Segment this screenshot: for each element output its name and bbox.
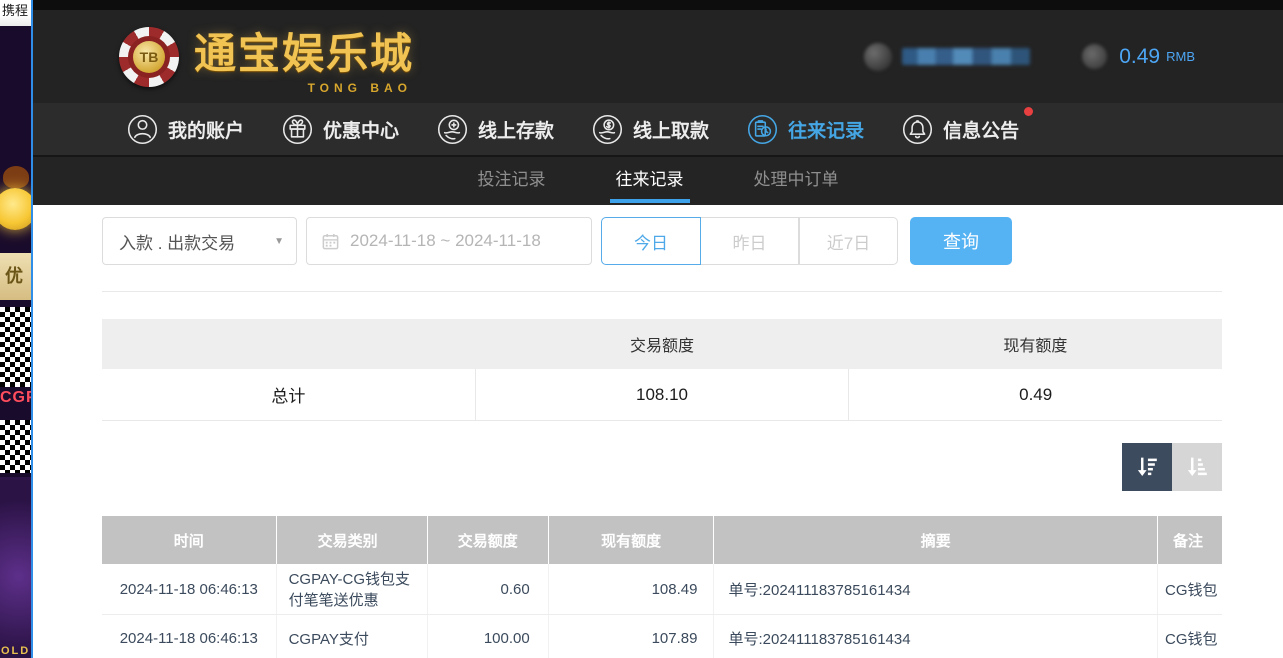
cell-transaction-amount: 100.00: [427, 615, 548, 658]
last-7-days-button[interactable]: 近7日: [799, 217, 898, 265]
qr-code-image: [0, 420, 31, 473]
nav-item-promotions[interactable]: 优惠中心: [281, 113, 399, 146]
gold-coin-image: [0, 188, 31, 230]
sort-ascending-icon: [1183, 453, 1211, 481]
avatar[interactable]: [864, 43, 892, 71]
background-window-strip: 携程 优 CGP OLD: [0, 0, 31, 658]
today-button[interactable]: 今日: [601, 217, 701, 265]
cell-remark: CG钱包: [1157, 564, 1222, 614]
summary-header-current-amount: 现有额度: [849, 319, 1222, 369]
summary-table-header: 交易额度 现有额度: [102, 319, 1222, 369]
nav-label: 线上存款: [478, 116, 554, 143]
brand-name-cn: 通宝娱乐城: [194, 20, 414, 81]
date-range-picker[interactable]: 2024-11-18 ~ 2024-11-18: [306, 217, 592, 265]
summary-table-row: 总计 108.10 0.49: [102, 369, 1222, 421]
summary-table: 交易额度 现有额度 总计 108.10 0.49: [102, 319, 1222, 421]
brand-name-en: TONG BAO: [308, 81, 412, 95]
col-header-summary: 摘要: [713, 516, 1157, 564]
main-window: TB 通宝娱乐城 TONG BAO 0.49 RMB 我的账户: [31, 0, 1283, 658]
cell-summary: 单号:202411183785161434: [713, 615, 1157, 658]
quick-range-group: 今日 昨日 近7日: [601, 217, 898, 265]
nav-item-online-deposit[interactable]: 线上存款: [436, 113, 554, 146]
nav-item-my-account[interactable]: 我的账户: [126, 113, 244, 146]
balance-currency: RMB: [1166, 49, 1195, 64]
window-top-strip: [33, 0, 1283, 10]
cell-current-amount: 107.89: [548, 615, 714, 658]
yesterday-button[interactable]: 昨日: [701, 217, 799, 265]
background-browser-tab[interactable]: 携程: [0, 0, 31, 26]
query-button[interactable]: 查询: [910, 217, 1012, 265]
sort-ascending-button[interactable]: [1172, 443, 1222, 491]
cell-type: CGPAY支付: [276, 615, 427, 658]
poker-chip-logo-icon: TB: [119, 27, 179, 87]
nav-label: 我的账户: [168, 116, 244, 143]
records-table: 时间 交易类别 交易额度 现有额度 摘要 备注 2024-11-18 06:46…: [102, 516, 1222, 658]
withdraw-coin-hand-icon: [591, 113, 624, 146]
nav-item-transaction-records[interactable]: 往来记录: [746, 113, 864, 146]
records-content: 入款 . 出款交易 ▼ 2024-11-18 ~ 2024-11-18 今日: [33, 205, 1283, 658]
nav-label: 线上取款: [633, 116, 709, 143]
summary-header-transaction-amount: 交易额度: [475, 319, 848, 369]
col-header-transaction-amount: 交易额度: [427, 516, 548, 564]
nav-label: 优惠中心: [323, 116, 399, 143]
cell-summary: 单号:202411183785161434: [713, 564, 1157, 614]
tab-transaction-records[interactable]: 往来记录: [610, 157, 690, 205]
transaction-type-select[interactable]: 入款 . 出款交易 ▼: [102, 217, 297, 265]
date-range-value: 2024-11-18 ~ 2024-11-18: [350, 231, 541, 251]
cell-time: 2024-11-18 06:46:13: [102, 615, 276, 658]
col-header-remark: 备注: [1157, 516, 1222, 564]
user-info-area: 0.49 RMB: [864, 43, 1195, 71]
nav-item-online-withdrawal[interactable]: 线上取款: [591, 113, 709, 146]
bull-mascot-image: [3, 166, 29, 188]
brand-wordmark: 通宝娱乐城 TONG BAO: [194, 20, 414, 93]
cell-current-amount: 108.49: [548, 564, 714, 614]
table-row: 2024-11-18 06:46:13 CGPAY支付 100.00 107.8…: [102, 615, 1222, 658]
record-tabs: 投注记录 往来记录 处理中订单: [33, 155, 1283, 205]
records-table-header: 时间 交易类别 交易额度 现有额度 摘要 备注: [102, 516, 1222, 564]
qr-code-image: [0, 307, 31, 387]
col-header-type: 交易类别: [276, 516, 427, 564]
filter-row: 入款 . 出款交易 ▼ 2024-11-18 ~ 2024-11-18 今日: [102, 217, 1222, 265]
transaction-type-value: 入款 . 出款交易: [119, 229, 235, 254]
coin-balance-icon: [1082, 44, 1107, 69]
primary-nav: 我的账户 优惠中心 线上存款: [33, 103, 1283, 155]
table-row: 2024-11-18 06:46:13 CGPAY-CG钱包支付笔笔送优惠 0.…: [102, 564, 1222, 615]
gift-icon: [281, 113, 314, 146]
chevron-down-icon: ▼: [274, 236, 284, 247]
notification-dot: [1024, 107, 1033, 116]
chip-monogram: TB: [133, 41, 165, 73]
calendar-icon: [321, 232, 340, 251]
promo-background: OLD: [0, 477, 31, 658]
deposit-coin-hand-icon: [436, 113, 469, 146]
site-logo[interactable]: TB 通宝娱乐城 TONG BAO: [119, 20, 414, 93]
cell-time: 2024-11-18 06:46:13: [102, 564, 276, 614]
promo-banner: 优: [0, 253, 31, 300]
col-header-current-amount: 现有额度: [548, 516, 714, 564]
tab-betting-records[interactable]: 投注记录: [472, 157, 552, 205]
sort-controls: [102, 443, 1222, 491]
account-person-icon: [126, 113, 159, 146]
sort-descending-button[interactable]: [1122, 443, 1172, 491]
balance-amount: 0.49: [1119, 45, 1160, 69]
summary-header-empty: [102, 319, 475, 369]
cell-type: CGPAY-CG钱包支付笔笔送优惠: [276, 564, 427, 614]
cgp-logo-text: CGP: [0, 389, 31, 407]
summary-current-amount: 0.49: [848, 369, 1222, 420]
summary-total-label: 总计: [102, 369, 475, 420]
bell-icon: [901, 113, 934, 146]
nav-item-announcements[interactable]: 信息公告: [901, 113, 1019, 146]
cell-transaction-amount: 0.60: [427, 564, 548, 614]
records-clipboard-clock-icon: [746, 113, 779, 146]
cell-remark: CG钱包: [1157, 615, 1222, 658]
section-divider: [102, 291, 1222, 292]
tab-processing-orders[interactable]: 处理中订单: [748, 157, 845, 205]
nav-label: 往来记录: [788, 116, 864, 143]
summary-transaction-amount: 108.10: [475, 369, 849, 420]
nav-label: 信息公告: [943, 116, 1019, 143]
sort-descending-icon: [1133, 453, 1161, 481]
username-redacted: [902, 48, 1030, 65]
gold-brand-text: OLD: [1, 645, 30, 657]
col-header-time: 时间: [102, 516, 276, 564]
site-header: TB 通宝娱乐城 TONG BAO 0.49 RMB: [33, 10, 1283, 103]
